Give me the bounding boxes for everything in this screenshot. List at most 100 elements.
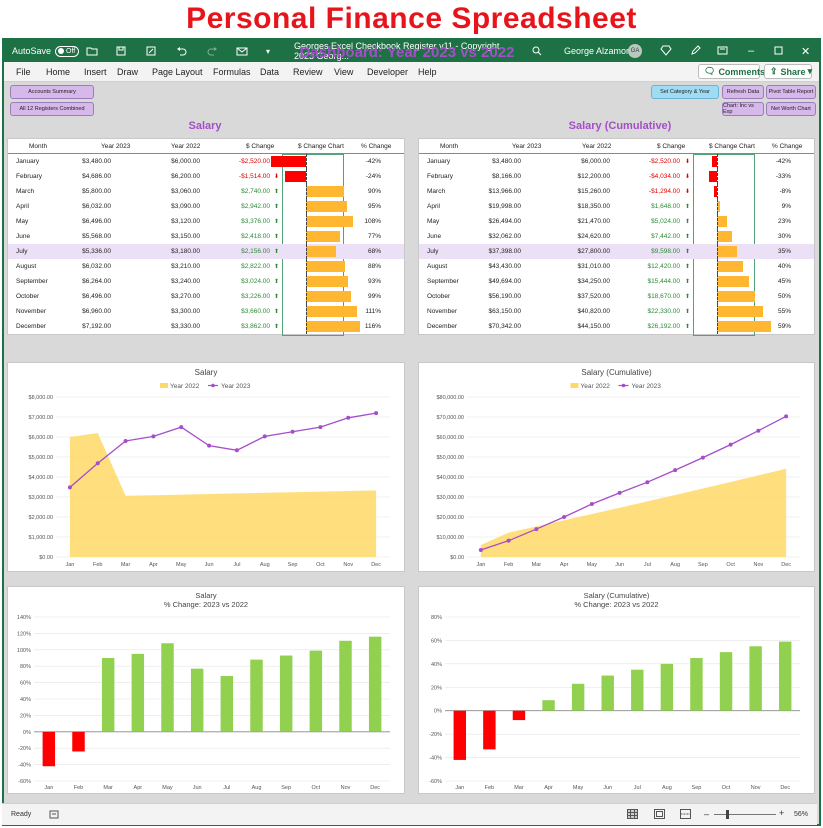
table-row[interactable]: March $13,966.00 $15,260.00 -$1,294.00 ⬇ -8% bbox=[419, 184, 814, 199]
menu-insert[interactable]: Insert bbox=[84, 67, 107, 77]
zoom-out-icon[interactable]: – bbox=[704, 809, 709, 819]
bar bbox=[101, 658, 115, 732]
table-row[interactable]: August $43,430.00 $31,010.00 $12,420.00 ⬆ 40% bbox=[419, 259, 814, 274]
autosave-toggle[interactable]: Off bbox=[55, 45, 80, 57]
x-tick-label: Feb bbox=[74, 785, 83, 791]
share-button[interactable]: ⇪ Share ▾ bbox=[764, 64, 812, 79]
table-row[interactable]: January$3,480.00$6,000.00-$2,520.00⬇-42% bbox=[8, 154, 404, 169]
x-tick-label: Jul bbox=[634, 785, 641, 791]
table-row[interactable]: May $6,496.00 $3,120.00 $3,376.00 ⬆ 108% bbox=[8, 214, 404, 229]
table-row[interactable]: August $6,032.00 $3,210.00 $2,822.00 ⬆ 88% bbox=[8, 259, 404, 274]
comments-button[interactable]: 🗨 Comments bbox=[698, 64, 765, 79]
cell-month: July bbox=[16, 248, 28, 255]
avatar[interactable]: GA bbox=[628, 44, 642, 58]
table-row[interactable]: December $7,192.00 $3,330.00 $3,862.00 ⬆ 116% bbox=[8, 319, 404, 334]
diamond-icon[interactable] bbox=[660, 45, 672, 56]
x-tick-label: Jan bbox=[65, 562, 74, 568]
cell-month: July bbox=[427, 248, 439, 255]
table-row[interactable]: April $6,032.00 $3,090.00 $2,942.00 ⬆ 95% bbox=[8, 199, 404, 214]
menu-draw[interactable]: Draw bbox=[117, 67, 138, 77]
salary-area-line-chart[interactable]: Salary Year 2022 Year 2023 $0.00 $1,000.00 $2… bbox=[7, 362, 405, 572]
pivot-table-button[interactable]: Pivot Table Report bbox=[766, 85, 816, 99]
menu-formulas[interactable]: Formulas bbox=[213, 67, 251, 77]
undo-icon[interactable] bbox=[176, 46, 187, 56]
salary-pct-bar-chart[interactable]: Salary% Change: 2023 vs 2022 -60% -40% -20%… bbox=[7, 586, 405, 794]
menu-help[interactable]: Help bbox=[418, 67, 437, 77]
maximize-icon[interactable] bbox=[774, 46, 784, 56]
pen-icon[interactable] bbox=[690, 45, 701, 56]
redo-icon[interactable] bbox=[207, 46, 218, 56]
y-tick-label: 80% bbox=[20, 664, 31, 670]
y-tick-label: 80% bbox=[431, 615, 442, 621]
table-row[interactable]: November $6,960.00 $3,300.00 $3,660.00 ⬆ 111% bbox=[8, 304, 404, 319]
chart-inc-exp-button[interactable]: Chart: Inc vs Exp bbox=[722, 102, 764, 116]
cell-y2023: $6,496.00 bbox=[82, 218, 111, 225]
table-row[interactable]: February $8,166.00 $12,200.00 -$4,034.00 ⬇ -3… bbox=[419, 169, 814, 184]
accessibility-icon[interactable] bbox=[49, 810, 59, 819]
table-row[interactable]: April $19,998.00 $18,350.00 $1,648.00 ⬆ 9% bbox=[419, 199, 814, 214]
x-tick-label: Mar bbox=[514, 785, 524, 791]
normal-view-icon[interactable] bbox=[627, 809, 638, 819]
zoom-slider[interactable] bbox=[714, 814, 776, 815]
edit-icon[interactable] bbox=[146, 46, 156, 56]
table-row[interactable]: September $6,264.00 $3,240.00 $3,024.00 ⬆ 93% bbox=[8, 274, 404, 289]
data-point bbox=[123, 439, 128, 443]
cell-pct: 108% bbox=[364, 218, 381, 225]
menu-review[interactable]: Review bbox=[293, 67, 323, 77]
cumulative-pct-bar-chart[interactable]: Salary (Cumulative)% Change: 2023 vs 202… bbox=[418, 586, 815, 794]
table-row[interactable]: May $26,494.00 $21,470.00 $5,024.00 ⬆ 23% bbox=[419, 214, 814, 229]
cell-change: $26,192.00 bbox=[647, 323, 680, 330]
menu-home[interactable]: Home bbox=[46, 67, 70, 77]
menu-view[interactable]: View bbox=[334, 67, 353, 77]
table-row[interactable]: October $56,190.00 $37,520.00 $18,670.00 ⬆ 50… bbox=[419, 289, 814, 304]
comments-label: Comments bbox=[718, 66, 765, 77]
cell-y2022: $12,200.00 bbox=[577, 173, 610, 180]
cell-pct: 111% bbox=[365, 308, 381, 315]
table-row[interactable]: July $37,398.00 $27,800.00 $9,598.00 ⬆ 35% bbox=[419, 244, 814, 259]
table-row[interactable]: September $49,694.00 $34,250.00 $15,444.00 ⬆… bbox=[419, 274, 814, 289]
table-row[interactable]: June $5,568.00 $3,150.00 $2,418.00 ⬆ 77% bbox=[8, 229, 404, 244]
close-icon[interactable]: ✕ bbox=[801, 40, 810, 62]
bar bbox=[719, 652, 733, 711]
page-layout-view-icon[interactable] bbox=[654, 809, 665, 819]
table-row[interactable]: January$3,480.00$6,000.00-$2,520.00⬇-42% bbox=[419, 154, 814, 169]
all-registers-button[interactable]: All 12 Registers Combined bbox=[10, 102, 94, 116]
cell-change: $2,942.00 bbox=[241, 203, 270, 210]
table-row[interactable]: March $5,800.00 $3,060.00 $2,740.00 ⬆ 90% bbox=[8, 184, 404, 199]
page-break-view-icon[interactable] bbox=[680, 809, 691, 819]
save-icon[interactable] bbox=[116, 46, 126, 56]
table-row[interactable]: July $5,336.00 $3,180.00 $2,156.00 ⬆ 68% bbox=[8, 244, 404, 259]
cell-month: January bbox=[16, 158, 40, 165]
y-tick-label: $10,000.00 bbox=[436, 535, 464, 541]
menu-data[interactable]: Data bbox=[260, 67, 279, 77]
table-row[interactable]: June $32,062.00 $24,620.00 $7,442.00 ⬆ 30% bbox=[419, 229, 814, 244]
zoom-in-icon[interactable]: + bbox=[779, 808, 784, 818]
share-icon: ⇪ bbox=[770, 66, 778, 76]
x-tick-label: Mar bbox=[532, 562, 542, 568]
open-folder-icon[interactable] bbox=[86, 46, 98, 56]
menu-developer[interactable]: Developer bbox=[367, 67, 408, 77]
mail-icon[interactable] bbox=[236, 46, 248, 56]
autosave[interactable]: AutoSave Off bbox=[12, 40, 80, 62]
table-row[interactable]: February $4,686.00 $6,200.00 -$1,514.00 ⬇ -24… bbox=[8, 169, 404, 184]
table-row[interactable]: December $70,342.00 $44,150.00 $26,192.00 ⬆ 5… bbox=[419, 319, 814, 334]
table-row[interactable]: October $6,496.00 $3,270.00 $3,226.00 ⬆ 99% bbox=[8, 289, 404, 304]
data-point bbox=[290, 429, 295, 434]
zoom-slider-thumb[interactable] bbox=[726, 810, 729, 819]
cumulative-area-line-chart[interactable]: Salary (Cumulative) Year 2022 Year 2023 $0.… bbox=[418, 362, 815, 572]
cell-pct: -42% bbox=[365, 158, 381, 165]
cell-y2022: $31,010.00 bbox=[577, 263, 610, 270]
set-category-button[interactable]: Set Category & Year bbox=[651, 85, 719, 99]
accounts-summary-button[interactable]: Accounts Summary bbox=[10, 85, 94, 99]
table-row[interactable]: November $63,150.00 $40,820.00 $22,330.00 ⬆ 5… bbox=[419, 304, 814, 319]
y-tick-label: 60% bbox=[20, 681, 31, 687]
minimize-icon[interactable]: – bbox=[748, 40, 754, 62]
refresh-data-button[interactable]: Refresh Data bbox=[722, 85, 764, 99]
menu-file[interactable]: File bbox=[16, 67, 31, 77]
zoom-level[interactable]: 56% bbox=[794, 811, 808, 818]
net-worth-chart-button[interactable]: Net Worth Chart bbox=[766, 102, 816, 116]
user-name[interactable]: George Alzamora bbox=[564, 40, 634, 62]
menu-page-layout[interactable]: Page Layout bbox=[152, 67, 203, 77]
ribbon-display-icon[interactable] bbox=[717, 45, 728, 56]
x-tick-label: Jan bbox=[455, 785, 464, 791]
